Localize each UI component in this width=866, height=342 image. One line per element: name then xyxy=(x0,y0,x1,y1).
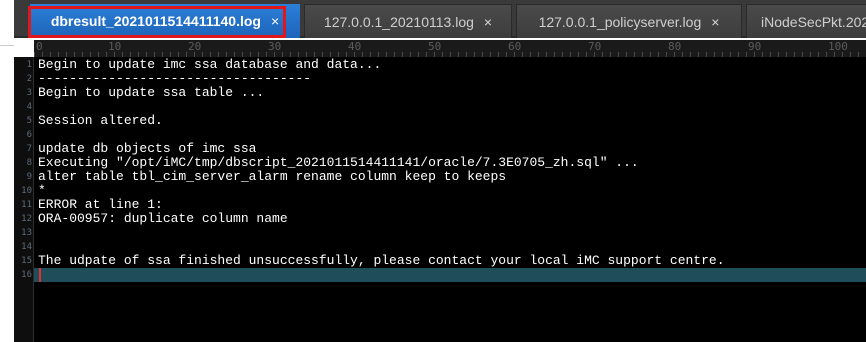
ruler-mark: 30 xyxy=(268,40,282,53)
code-line: Begin to update imc ssa database and dat… xyxy=(38,57,382,72)
ruler-mark: 20 xyxy=(188,40,202,53)
tab-inodesecpkt[interactable]: iNodeSecPkt.202 xyxy=(746,4,866,38)
line-number: 10 xyxy=(21,186,32,196)
code-line: update db objects of imc ssa xyxy=(38,141,257,156)
tab-label: iNodeSecPkt.202 xyxy=(761,13,866,30)
column-ruler: 0 10 20 30 40 50 60 70 80 90 100 xyxy=(34,40,866,57)
line-number: 8 xyxy=(26,158,32,168)
code-line: Session altered. xyxy=(38,113,163,128)
code-line: ----------------------------------- xyxy=(38,71,312,86)
line-number: 2 xyxy=(26,74,32,84)
line-number: 15 xyxy=(21,256,32,266)
line-number: 3 xyxy=(26,88,32,98)
code-line: * xyxy=(38,183,46,198)
code-line: Begin to update ssa table ... xyxy=(38,85,265,100)
line-number: 13 xyxy=(21,228,32,238)
line-number: 12 xyxy=(21,214,32,224)
ruler-mark: 60 xyxy=(508,40,522,53)
code-line: alter table tbl_cim_server_alarm rename … xyxy=(38,169,507,184)
line-number: 4 xyxy=(26,102,32,112)
line-number: 9 xyxy=(26,172,32,182)
line-number: 5 xyxy=(26,116,32,126)
code-line: ORA-00957: duplicate column name xyxy=(38,211,288,226)
ruler-mark: 50 xyxy=(428,40,442,53)
line-number: 16 xyxy=(21,270,32,280)
code-line: ERROR at line 1: xyxy=(38,197,163,212)
ruler-mark: 0 xyxy=(36,40,43,53)
tab-127-0-0-1-policyserver-log[interactable]: 127.0.0.1_policyserver.log × xyxy=(516,4,742,38)
code-line: Executing "/opt/iMC/tmp/dbscript_2021011… xyxy=(38,155,639,170)
ruler-mark: 40 xyxy=(348,40,362,53)
tab-label: dbresult_2021011514411140.log xyxy=(50,13,261,29)
close-icon[interactable]: × xyxy=(484,14,492,30)
ruler-mark: 10 xyxy=(108,40,122,53)
close-icon[interactable]: × xyxy=(271,13,279,29)
close-icon[interactable]: × xyxy=(711,14,719,30)
line-number: 14 xyxy=(21,242,32,252)
page-margin xyxy=(0,0,14,342)
ruler-mark: 90 xyxy=(748,40,762,53)
tab-label: 127.0.0.1_policyserver.log xyxy=(538,13,702,30)
code-line: The udpate of ssa finished unsuccessfull… xyxy=(38,253,725,268)
editor-window: dbresult_2021011514411140.log × 127.0.0.… xyxy=(0,0,866,342)
tab-label: 127.0.0.1_20210113.log xyxy=(323,13,474,30)
line-number: 1 xyxy=(26,60,32,70)
ruler-mark: 80 xyxy=(668,40,682,53)
ruler-mark: 100 xyxy=(828,40,848,53)
line-number: 11 xyxy=(21,200,32,210)
line-number: 6 xyxy=(26,130,32,140)
tab-127-0-0-1-20210113-log[interactable]: 127.0.0.1_20210113.log × xyxy=(304,4,512,38)
ruler-mark: 70 xyxy=(588,40,602,53)
line-number: 7 xyxy=(26,144,32,154)
tab-dbresult-log[interactable]: dbresult_2021011514411140.log × xyxy=(30,4,300,38)
divider xyxy=(0,45,14,46)
tab-bar: dbresult_2021011514411140.log × 127.0.0.… xyxy=(14,0,866,38)
